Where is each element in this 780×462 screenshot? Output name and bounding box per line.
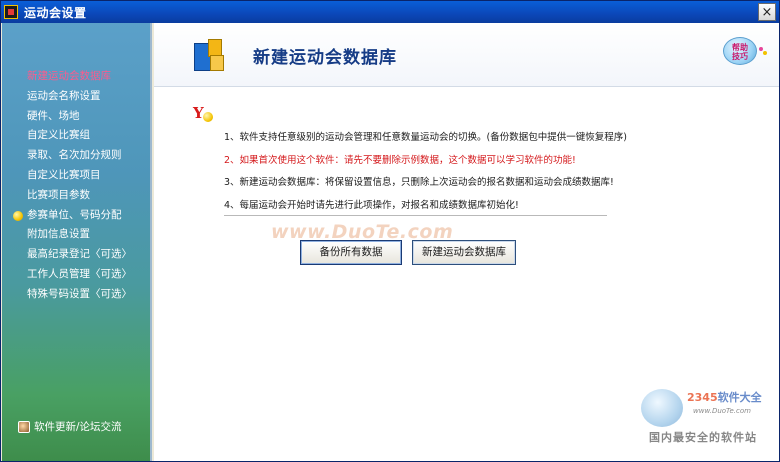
sidebar-item-label: 运动会名称设置 (27, 89, 101, 102)
divider (224, 215, 607, 217)
sidebar-item-meet-name[interactable]: 运动会名称设置 (2, 87, 152, 107)
sidebar-item-label: 工作人员管理〈可选〉 (27, 267, 132, 280)
sidebar-item-label: 录取、名次加分规则 (27, 149, 122, 162)
window-title: 运动会设置 (24, 5, 87, 20)
logo-letter: Y (193, 104, 204, 122)
settings-window: 运动会设置 × 新建运动会数据库 运动会名称设置 硬件、场地 自定义比赛组 录取… (0, 0, 780, 462)
sidebar-item-label: 新建运动会数据库 (27, 70, 111, 82)
sparkle-icon (759, 47, 767, 55)
sidebar-nav: 新建运动会数据库 运动会名称设置 硬件、场地 自定义比赛组 录取、名次加分规则 … (2, 67, 152, 305)
smiley-icon (203, 112, 213, 122)
sidebar-item-event-params[interactable]: 比赛项目参数 (2, 186, 152, 206)
sidebar-item-label: 最高纪录登记〈可选〉 (27, 248, 132, 261)
close-button[interactable]: × (758, 3, 776, 21)
sidebar-item-new-database[interactable]: 新建运动会数据库 (2, 67, 152, 87)
sidebar-item-special-numbers[interactable]: 特殊号码设置〈可选〉 (2, 285, 152, 305)
help-label-1: 帮助 (732, 43, 748, 52)
update-icon (18, 420, 30, 433)
main-panel: 新建运动会数据库 帮助 技巧 Y 1、软件支持任意级别的运动会管理和任意数量运动… (154, 23, 779, 461)
bullet-icon (13, 210, 23, 221)
sidebar-item-label: 特殊号码设置〈可选〉 (27, 287, 132, 300)
mascot-icon (641, 389, 683, 427)
panel-header: 新建运动会数据库 帮助 技巧 (154, 23, 779, 87)
instruction-line-1: 1、软件支持任意级别的运动会管理和任意数量运动会的切换。(备份数据包中提供一键恢… (224, 132, 627, 143)
brand-url: www.DuoTe.com (693, 407, 751, 415)
brand-suffix: 软件大全 (717, 391, 762, 404)
sidebar-item-units-numbers[interactable]: 参赛单位、号码分配 (2, 206, 152, 226)
sidebar-item-hardware-venue[interactable]: 硬件、场地 (2, 107, 152, 127)
database-icon (194, 39, 226, 73)
brand-slogan: 国内最安全的软件站 (649, 431, 757, 444)
help-icon[interactable]: 帮助 技巧 (723, 37, 757, 65)
close-icon: × (761, 4, 773, 20)
sidebar-item-records[interactable]: 最高纪录登记〈可选〉 (2, 245, 152, 265)
new-database-button[interactable]: 新建运动会数据库 (412, 240, 516, 265)
brand-prefix: 2345 (687, 391, 718, 404)
backup-all-button[interactable]: 备份所有数据 (300, 240, 402, 265)
sidebar-item-scoring-rules[interactable]: 录取、名次加分规则 (2, 146, 152, 166)
title-bar[interactable]: 运动会设置 × (1, 1, 779, 23)
sidebar-item-extra-info[interactable]: 附加信息设置 (2, 225, 152, 245)
sidebar-item-label: 比赛项目参数 (27, 188, 90, 201)
instructions: 1、软件支持任意级别的运动会管理和任意数量运动会的切换。(备份数据包中提供一键恢… (224, 129, 744, 219)
sidebar-item-label: 硬件、场地 (27, 109, 80, 122)
page-title: 新建运动会数据库 (253, 48, 397, 68)
sidebar-item-label: 自定义比赛项目 (27, 168, 101, 181)
sidebar-item-staff[interactable]: 工作人员管理〈可选〉 (2, 265, 152, 285)
app-icon (4, 5, 18, 19)
y-logo-icon: Y (193, 106, 215, 124)
sidebar: 新建运动会数据库 运动会名称设置 硬件、场地 自定义比赛组 录取、名次加分规则 … (2, 23, 152, 461)
sidebar-item-label: 附加信息设置 (27, 228, 90, 241)
instruction-line-2: 2、如果首次使用这个软件：请先不要删除示例数据，这个数据可以学习软件的功能! (224, 154, 576, 166)
instruction-line-3: 3、新建运动会数据库：将保留设置信息，只删除上次运动会的报名数据和运动会成绩数据… (224, 177, 614, 188)
sidebar-item-custom-events[interactable]: 自定义比赛项目 (2, 166, 152, 186)
brand-label: 2345软件大全 (687, 389, 762, 405)
sidebar-item-label: 自定义比赛组 (27, 129, 90, 142)
update-forum-link[interactable]: 软件更新/论坛交流 (18, 419, 122, 434)
site-watermark: 2345软件大全 www.DuoTe.com 国内最安全的软件站 (639, 383, 777, 459)
sidebar-item-custom-groups[interactable]: 自定义比赛组 (2, 126, 152, 146)
sidebar-item-label: 参赛单位、号码分配 (27, 208, 122, 221)
footer-label: 软件更新/论坛交流 (34, 421, 122, 433)
help-label-2: 技巧 (732, 52, 748, 61)
